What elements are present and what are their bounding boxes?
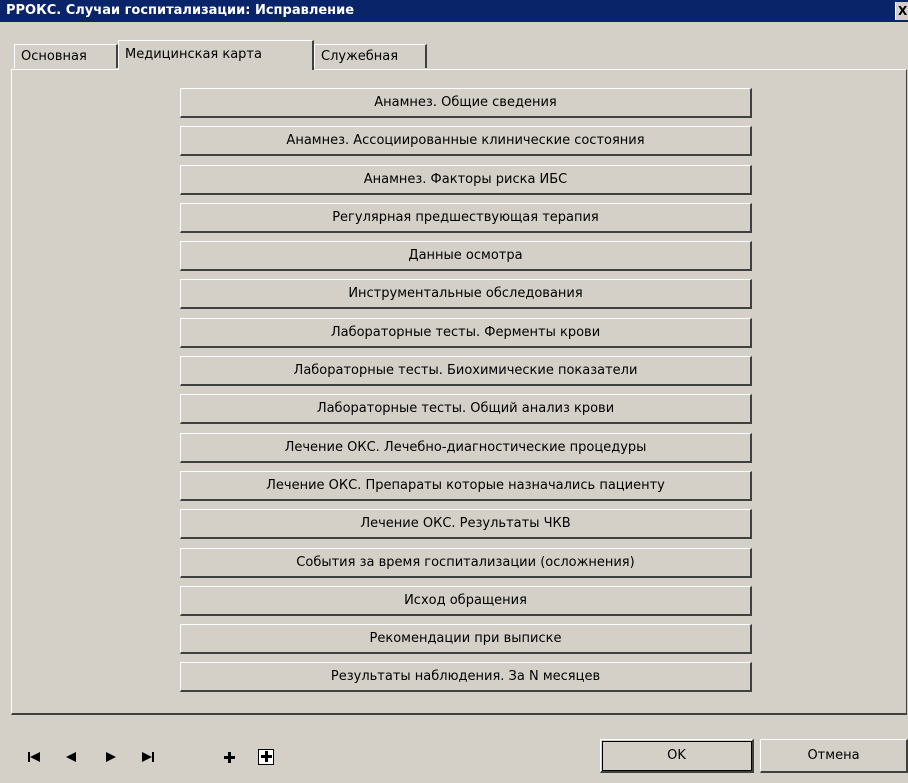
cancel-button[interactable]: Отмена — [760, 739, 908, 773]
last-record-icon[interactable] — [142, 752, 154, 766]
section-button[interactable]: Анамнез. Общие сведения — [180, 88, 752, 118]
close-button[interactable]: X — [895, 2, 908, 20]
section-button-list: Анамнез. Общие сведения Анамнез. Ассоции… — [180, 88, 752, 701]
title-bar: РРОКС. Случаи госпитализации: Исправлени… — [0, 0, 908, 22]
section-button[interactable]: Лечение ОКС. Препараты которые назначали… — [180, 470, 752, 501]
section-button[interactable]: Лечение ОКС. Результаты ЧКВ — [180, 509, 752, 540]
section-button[interactable]: Результаты наблюдения. За N месяцев — [180, 662, 752, 693]
ok-button[interactable]: OK — [600, 739, 754, 773]
section-button[interactable]: События за время госпитализации (осложне… — [180, 547, 752, 578]
add-record-icon[interactable] — [224, 752, 235, 766]
window-title: РРОКС. Случаи госпитализации: Исправлени… — [6, 3, 355, 18]
section-button[interactable]: Лабораторные тесты. Общий анализ крови — [180, 394, 752, 425]
tab-panel-medical-card: Анамнез. Общие сведения Анамнез. Ассоции… — [11, 69, 907, 715]
section-button[interactable]: Анамнез. Факторы риска ИБС — [180, 164, 752, 195]
section-button[interactable]: Рекомендации при выписке — [180, 624, 752, 655]
section-button[interactable]: Лабораторные тесты. Ферменты крови — [180, 317, 752, 348]
tab-label: Медицинская карта — [125, 47, 262, 62]
tab-medical-card[interactable]: Медицинская карта — [118, 40, 314, 70]
tab-label: Служебная — [321, 49, 399, 64]
next-record-icon[interactable] — [106, 752, 116, 766]
section-button[interactable]: Данные осмотра — [180, 241, 752, 272]
tab-basic[interactable]: Основная — [14, 44, 118, 68]
section-button[interactable]: Анамнез. Ассоциированные клинические сос… — [180, 126, 752, 157]
section-button[interactable]: Регулярная предшествующая терапия — [180, 202, 752, 233]
section-button[interactable]: Исход обращения — [180, 585, 752, 616]
add-record-box-icon[interactable] — [258, 749, 274, 765]
section-button[interactable]: Лабораторные тесты. Биохимические показа… — [180, 356, 752, 387]
tab-label: Основная — [21, 49, 87, 64]
tab-service[interactable]: Служебная — [314, 44, 427, 68]
section-button[interactable]: Лечение ОКС. Лечебно-диагностические про… — [180, 432, 752, 463]
first-record-icon[interactable] — [28, 752, 40, 766]
section-button[interactable]: Инструментальные обследования — [180, 279, 752, 310]
prev-record-icon[interactable] — [66, 752, 76, 766]
